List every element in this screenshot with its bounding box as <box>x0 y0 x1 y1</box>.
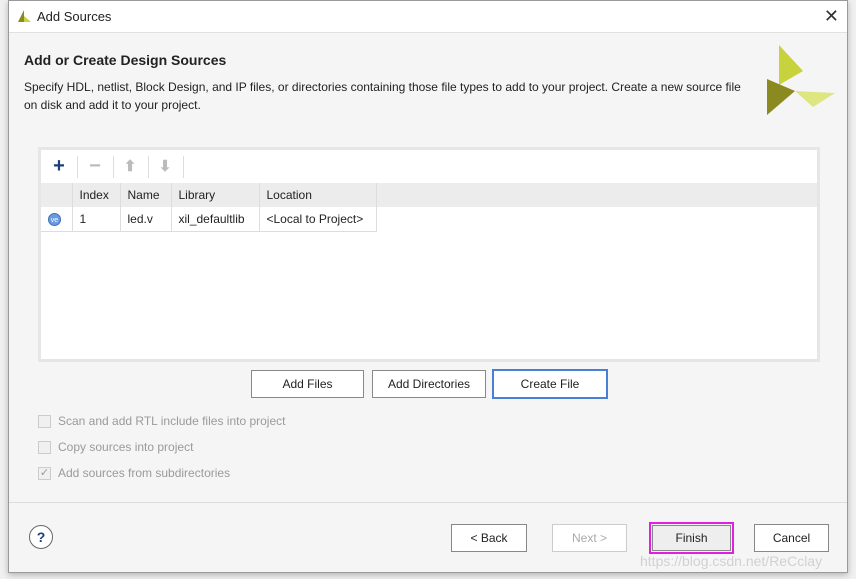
checkbox-label: Scan and add RTL include files into proj… <box>58 414 286 428</box>
checkbox-box[interactable] <box>38 440 51 454</box>
page-description: Specify HDL, netlist, Block Design, and … <box>24 80 741 112</box>
page-title: Add or Create Design Sources <box>24 52 227 68</box>
add-directories-button[interactable]: Add Directories <box>372 370 486 398</box>
table-header: Index Name Library Location <box>41 183 377 207</box>
cell-index: 1 <box>72 207 121 232</box>
create-file-button[interactable]: Create File <box>492 369 608 399</box>
close-icon[interactable]: ✕ <box>824 6 839 27</box>
arrow-up-icon[interactable]: ⬆ <box>116 154 144 178</box>
add-sources-dialog: Add Sources ✕ Add or Create Design Sourc… <box>8 0 848 573</box>
vivado-logo-icon <box>18 10 31 22</box>
column-location[interactable]: Location <box>259 183 377 207</box>
cell-name: led.v <box>120 207 172 232</box>
add-files-button[interactable]: Add Files <box>251 370 364 398</box>
checkbox-box[interactable] <box>38 414 51 428</box>
column-library[interactable]: Library <box>171 183 260 207</box>
scan-rtl-checkbox[interactable]: Scan and add RTL include files into proj… <box>38 414 285 428</box>
finish-button[interactable]: Finish <box>652 525 731 551</box>
sources-table: Index Name Library Location ve 1 led.v x… <box>41 183 377 232</box>
cancel-button[interactable]: Cancel <box>754 524 829 552</box>
xilinx-logo <box>767 45 835 115</box>
copy-sources-checkbox[interactable]: Copy sources into project <box>38 440 193 454</box>
sources-panel: + − ⬆ ⬇ Index Name Library Location ve 1… <box>38 147 820 362</box>
table-row[interactable]: ve 1 led.v xil_defaultlib <Local to Proj… <box>41 207 377 232</box>
plus-icon[interactable]: + <box>45 154 73 178</box>
column-index[interactable]: Index <box>72 183 121 207</box>
cell-library: xil_defaultlib <box>171 207 260 232</box>
add-subdirectories-checkbox[interactable]: ✓ Add sources from subdirectories <box>38 466 230 480</box>
cell-location: <Local to Project> <box>259 207 377 232</box>
column-name[interactable]: Name <box>120 183 172 207</box>
title-bar: Add Sources ✕ <box>9 1 847 33</box>
minus-icon[interactable]: − <box>81 154 109 178</box>
checkbox-label: Copy sources into project <box>58 440 194 454</box>
next-button[interactable]: Next > <box>552 524 627 552</box>
back-button[interactable]: < Back <box>451 524 527 552</box>
checkmark-icon[interactable]: ✓ <box>38 466 51 480</box>
checkbox-label: Add sources from subdirectories <box>58 466 231 480</box>
window-title: Add Sources <box>37 9 112 24</box>
sources-toolbar: + − ⬆ ⬇ <box>41 150 817 183</box>
divider <box>9 502 847 503</box>
help-icon[interactable]: ? <box>29 525 53 549</box>
watermark: https://blog.csdn.net/ReCclay <box>640 553 823 569</box>
arrow-down-icon[interactable]: ⬇ <box>151 154 179 178</box>
verilog-file-icon: ve <box>48 213 61 227</box>
